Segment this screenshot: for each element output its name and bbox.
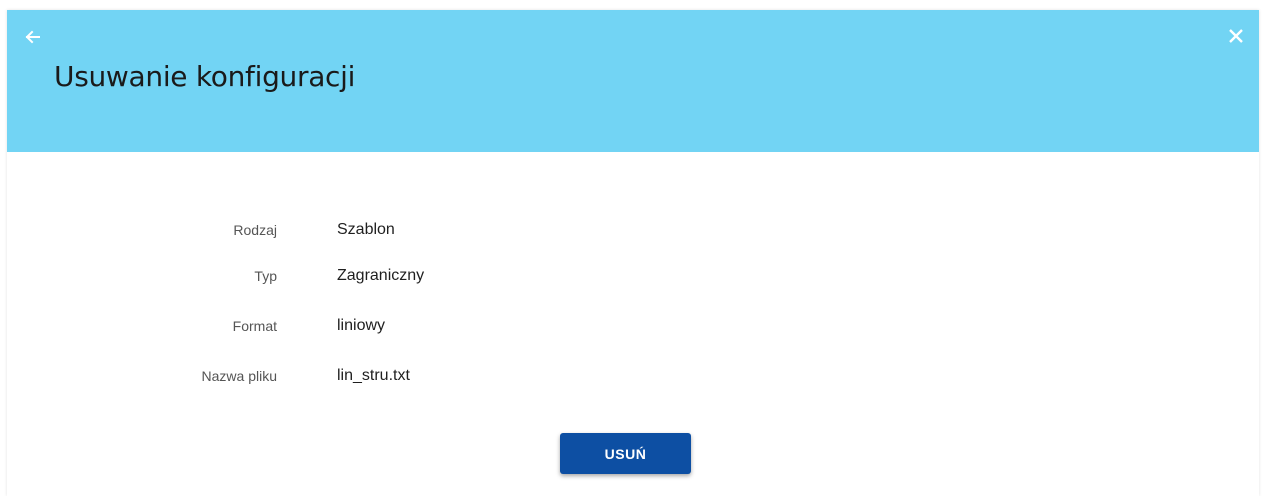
delete-button[interactable]: USUŃ	[560, 433, 691, 474]
close-icon[interactable]	[1226, 26, 1246, 46]
arrow-left-icon[interactable]	[23, 27, 43, 47]
delete-configuration-dialog: Usuwanie konfiguracji Rodzaj Szablon Typ…	[7, 10, 1259, 496]
detail-row-format: Format liniowy	[7, 311, 1259, 341]
detail-row-rodzaj: Rodzaj Szablon	[7, 215, 1259, 245]
detail-label: Nazwa pliku	[201, 368, 277, 384]
detail-value: liniowy	[337, 317, 386, 334]
detail-row-typ: Typ Zagraniczny	[7, 261, 1259, 291]
detail-label: Typ	[254, 268, 277, 284]
detail-value: Szablon	[337, 221, 395, 238]
detail-row-nazwa-pliku: Nazwa pliku lin_stru.txt	[7, 361, 1259, 391]
detail-value: lin_stru.txt	[337, 367, 410, 384]
detail-label: Rodzaj	[233, 222, 277, 238]
detail-label: Format	[232, 318, 277, 334]
dialog-header: Usuwanie konfiguracji	[7, 10, 1259, 152]
dialog-title: Usuwanie konfiguracji	[54, 60, 356, 93]
detail-value: Zagraniczny	[337, 267, 425, 284]
